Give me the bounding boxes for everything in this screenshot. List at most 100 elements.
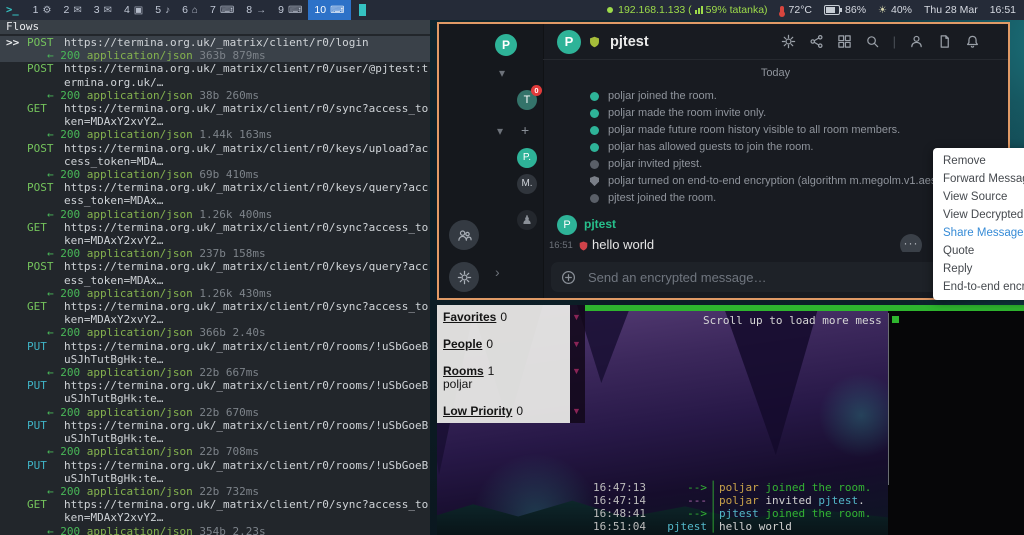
menu-item-forward-message[interactable]: Forward Message bbox=[933, 170, 1024, 188]
chevron-down-icon[interactable]: ▾ bbox=[497, 124, 503, 138]
workspace-10[interactable]: 10⌨ bbox=[308, 0, 350, 20]
flow-row[interactable]: GEThttps://termina.org.uk/_matrix/client… bbox=[0, 498, 430, 535]
workspace-2[interactable]: 2✉ bbox=[57, 0, 87, 20]
encryption-shield-icon bbox=[588, 35, 601, 49]
apps-grid-icon[interactable] bbox=[837, 34, 852, 49]
roomlist-category-low-priority[interactable]: Low Priority0 bbox=[443, 405, 570, 418]
flow-row[interactable]: GEThttps://termina.org.uk/_matrix/client… bbox=[0, 300, 430, 340]
battery-icon bbox=[824, 5, 840, 15]
collapse-arrow[interactable]: ▼ bbox=[572, 365, 581, 378]
flow-row[interactable]: PUThttps://termina.org.uk/_matrix/client… bbox=[0, 379, 430, 419]
menu-item-reply[interactable]: Reply bbox=[933, 260, 1024, 278]
battery-value: 86% bbox=[845, 4, 866, 16]
workspace-icon: → bbox=[256, 5, 266, 16]
flows-tab[interactable]: Flows bbox=[6, 20, 39, 33]
chat-line: 16:51:04pjtest│hello world bbox=[585, 520, 1024, 533]
timeline-event: poljar made the room invite only. bbox=[543, 105, 1008, 122]
menu-item-share-message[interactable]: Share Message bbox=[933, 224, 1024, 242]
settings-button[interactable] bbox=[449, 262, 479, 292]
temperature-value: 72°C bbox=[789, 4, 812, 16]
workspace-3[interactable]: 3✉ bbox=[88, 0, 118, 20]
element-left-panel: P ▾ T0 ▾ + P. M. ♟ › bbox=[439, 24, 544, 298]
space-avatar-letter: T bbox=[524, 94, 531, 106]
roomlist-category-favorites[interactable]: Favorites0 bbox=[443, 311, 570, 324]
message-options-button[interactable]: ··· bbox=[900, 234, 922, 252]
sender-name[interactable]: pjtest bbox=[584, 217, 616, 231]
user-avatar[interactable]: P bbox=[495, 34, 517, 56]
people-icon bbox=[457, 228, 472, 243]
room-avatar-m[interactable]: M. bbox=[517, 174, 537, 194]
gear-icon[interactable] bbox=[781, 34, 796, 49]
room-avatar[interactable]: P bbox=[557, 30, 581, 54]
flow-row[interactable]: GEThttps://termina.org.uk/_matrix/client… bbox=[0, 102, 430, 142]
workspace-9[interactable]: 9⌨ bbox=[272, 0, 308, 20]
timeline-event: poljar joined the room. bbox=[543, 88, 1008, 105]
date-label: Thu 28 Mar bbox=[924, 4, 978, 16]
collapse-arrow[interactable]: ▼ bbox=[572, 405, 581, 418]
wifi-label: 59% tatanka) bbox=[706, 4, 768, 16]
brightness-icon: ☀ bbox=[878, 5, 887, 16]
roomlist-rows: Favorites0People0Rooms1poljarLow Priorit… bbox=[437, 305, 570, 423]
members-icon[interactable] bbox=[909, 34, 924, 49]
workspace-icon: ⌨ bbox=[220, 5, 234, 16]
menu-item-end-to-end-encryption-information[interactable]: End-to-end encryption information bbox=[933, 278, 1024, 296]
room-avatar-image[interactable]: ♟ bbox=[517, 210, 537, 230]
flow-row[interactable]: GEThttps://termina.org.uk/_matrix/client… bbox=[0, 221, 430, 261]
time-label: 16:51 bbox=[990, 4, 1016, 16]
workspace-5[interactable]: 5♪ bbox=[149, 0, 176, 20]
event-avatar-dot bbox=[590, 176, 599, 186]
flow-row[interactable]: POSThttps://termina.org.uk/_matrix/clien… bbox=[0, 181, 430, 221]
menu-item-remove[interactable]: Remove bbox=[933, 152, 1024, 170]
workspace-7[interactable]: 7⌨ bbox=[204, 0, 240, 20]
notifications-bell-icon[interactable] bbox=[965, 34, 980, 49]
menu-item-quote[interactable]: Quote bbox=[933, 242, 1024, 260]
flow-row[interactable]: POSThttps://termina.org.uk/_matrix/clien… bbox=[0, 62, 430, 102]
workspace-list: 1⚙2✉3✉4▣5♪6⌂7⌨8→9⌨10⌨ bbox=[27, 0, 351, 20]
room-name: pjtest bbox=[610, 34, 649, 50]
members-button[interactable] bbox=[449, 220, 479, 250]
search-icon[interactable] bbox=[865, 34, 880, 49]
workspace-icon: ⚙ bbox=[43, 5, 52, 16]
nicklist-separator[interactable] bbox=[888, 313, 889, 485]
mitmproxy-terminal: Flows >>POSThttps://termina.org.uk/_matr… bbox=[0, 20, 430, 535]
flow-row[interactable]: PUThttps://termina.org.uk/_matrix/client… bbox=[0, 459, 430, 499]
room-avatar-p[interactable]: P. bbox=[517, 148, 537, 168]
menu-item-view-decrypted-source[interactable]: View Decrypted Source bbox=[933, 206, 1024, 224]
expand-panel-chevron[interactable]: › bbox=[495, 264, 500, 280]
flow-row[interactable]: PUThttps://termina.org.uk/_matrix/client… bbox=[0, 340, 430, 380]
files-icon[interactable] bbox=[937, 34, 952, 49]
workspace-4[interactable]: 4▣ bbox=[118, 0, 149, 20]
gear-icon bbox=[457, 270, 472, 285]
flow-row[interactable]: POSThttps://termina.org.uk/_matrix/clien… bbox=[0, 260, 430, 300]
share-icon[interactable] bbox=[809, 34, 824, 49]
flow-row[interactable]: PUThttps://termina.org.uk/_matrix/client… bbox=[0, 419, 430, 459]
workspace-6[interactable]: 6⌂ bbox=[176, 0, 204, 20]
collapse-arrow[interactable]: ▼ bbox=[572, 311, 581, 324]
flow-row[interactable]: >>POSThttps://termina.org.uk/_matrix/cli… bbox=[0, 36, 430, 62]
roomlist-collapse-strip: ▼ ▼ ▼ ▼ bbox=[570, 305, 585, 423]
terminal-prompt-icon: >_ bbox=[6, 4, 19, 16]
workspace-icon: ✉ bbox=[73, 5, 81, 16]
roomlist-category-people[interactable]: People0 bbox=[443, 338, 570, 351]
space-avatar-t[interactable]: T0 bbox=[517, 90, 537, 110]
collapse-arrow[interactable]: ▼ bbox=[572, 338, 581, 351]
message-input[interactable] bbox=[586, 269, 960, 286]
element-window: P ▾ T0 ▾ + P. M. ♟ › P pjtest bbox=[437, 22, 1010, 300]
status-bar: >_ 1⚙2✉3✉4▣5♪6⌂7⌨8→9⌨10⌨ 192.168.1.133 (… bbox=[0, 0, 1024, 20]
room-item-poljar[interactable]: poljar bbox=[443, 378, 570, 391]
chevron-down-icon[interactable]: ▾ bbox=[499, 66, 505, 80]
menu-item-view-source[interactable]: View Source bbox=[933, 188, 1024, 206]
workspace-8[interactable]: 8→ bbox=[240, 0, 272, 20]
add-room-button[interactable]: + bbox=[521, 122, 529, 138]
sender-avatar[interactable]: P bbox=[557, 215, 577, 235]
workspace-1[interactable]: 1⚙ bbox=[27, 0, 58, 20]
event-avatar-dot bbox=[590, 126, 599, 135]
workspace-icon: ✉ bbox=[104, 5, 112, 16]
attach-button[interactable] bbox=[561, 270, 576, 285]
workspace-icon: ♪ bbox=[165, 5, 170, 16]
flow-row[interactable]: POSThttps://termina.org.uk/_matrix/clien… bbox=[0, 142, 430, 182]
bottom-windows: Favorites0People0Rooms1poljarLow Priorit… bbox=[437, 305, 1024, 535]
thermometer-icon bbox=[780, 6, 784, 15]
workspace-icon: ⌨ bbox=[330, 5, 344, 16]
weechat-panel: Scroll up to load more mess 16:47:13-->│… bbox=[585, 305, 1024, 535]
